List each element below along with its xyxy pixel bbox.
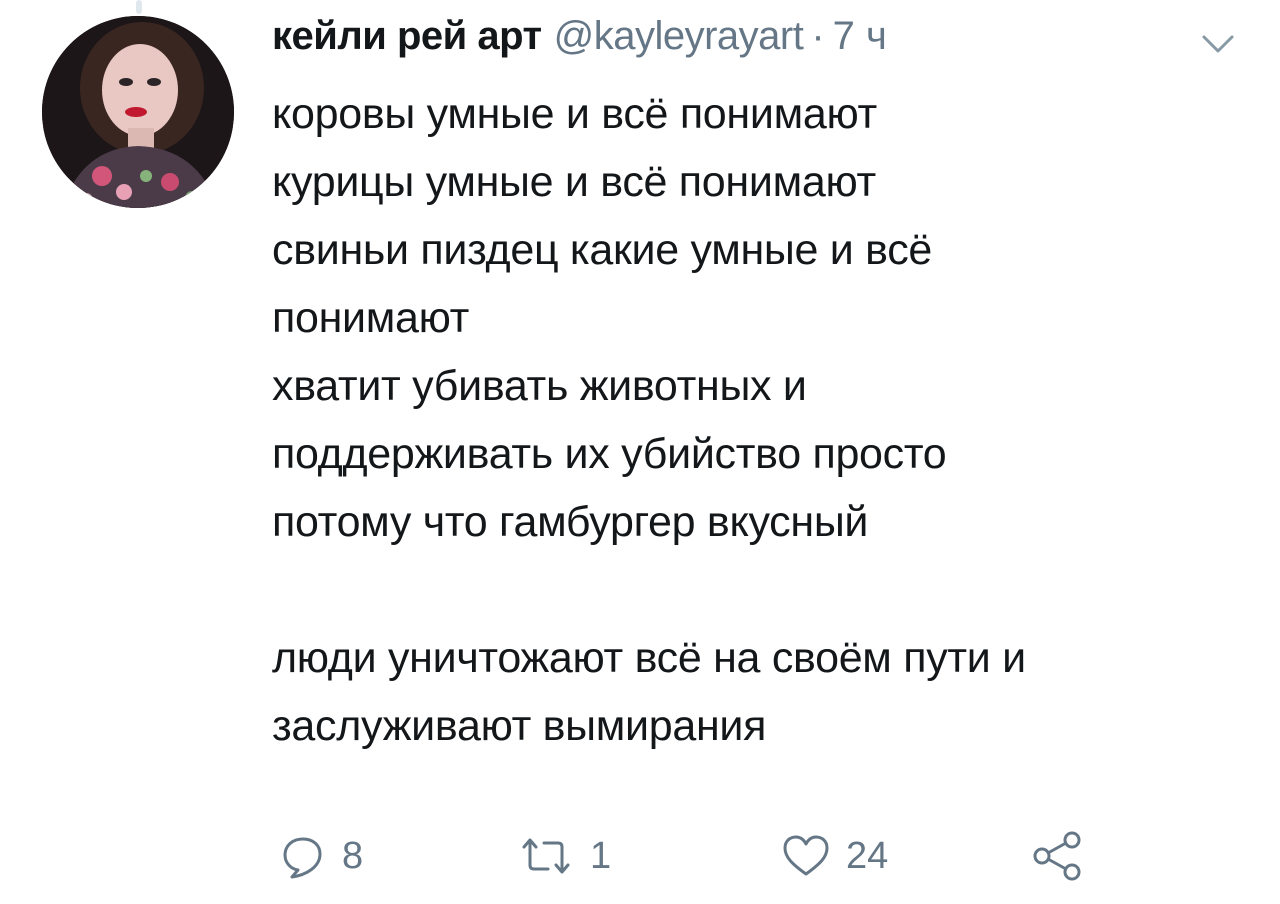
tweet-menu-caret[interactable]	[1200, 32, 1236, 56]
reply-button[interactable]: 8	[280, 826, 363, 886]
tweet-body: кейли рей арт @kayleyrayart · 7 ч коровы…	[272, 14, 1252, 760]
tweet-text-line: свиньи пиздец какие умные и всё	[272, 226, 933, 274]
tweet-header: кейли рей арт @kayleyrayart · 7 ч	[272, 14, 1252, 74]
like-button[interactable]: 24	[782, 826, 888, 886]
reply-count: 8	[342, 834, 364, 877]
tweet-text-line: понимают	[272, 294, 470, 342]
retweet-icon	[522, 838, 570, 874]
author-handle[interactable]: @kayleyrayart	[554, 14, 804, 59]
heart-icon	[783, 835, 829, 876]
tweet-text-line: заслуживают вымирания	[272, 702, 767, 750]
tweet-actions-bar: 8 1 24	[272, 826, 1172, 886]
avatar[interactable]	[42, 16, 234, 208]
tweet-text-line: люди уничтожают всё на своём пути и	[272, 634, 1026, 682]
tweet-text-line: коровы умные и всё понимают	[272, 90, 877, 138]
chevron-down-icon	[1202, 35, 1234, 53]
avatar-photo	[42, 16, 234, 208]
tweet-text-line: потому что гамбургер вкусный	[272, 498, 869, 546]
tweet-text-line: поддерживать их убийство просто	[272, 430, 947, 478]
reply-icon	[283, 837, 322, 879]
author-display-name[interactable]: кейли рей арт	[272, 14, 542, 59]
tweet-text-line: хватит убивать животных и	[272, 362, 807, 410]
share-icon	[1033, 831, 1081, 881]
like-count: 24	[846, 834, 889, 877]
retweet-count: 1	[590, 834, 612, 877]
header-separator: ·	[811, 14, 825, 58]
share-button[interactable]	[1032, 826, 1084, 886]
tweet-text: коровы умные и всё понимают курицы умные…	[272, 80, 1252, 760]
tweet-text-line: курицы умные и всё понимают	[272, 158, 876, 206]
retweet-button[interactable]: 1	[518, 826, 611, 886]
tweet-timestamp[interactable]: 7 ч	[833, 14, 887, 59]
thread-connector-line	[136, 0, 142, 14]
